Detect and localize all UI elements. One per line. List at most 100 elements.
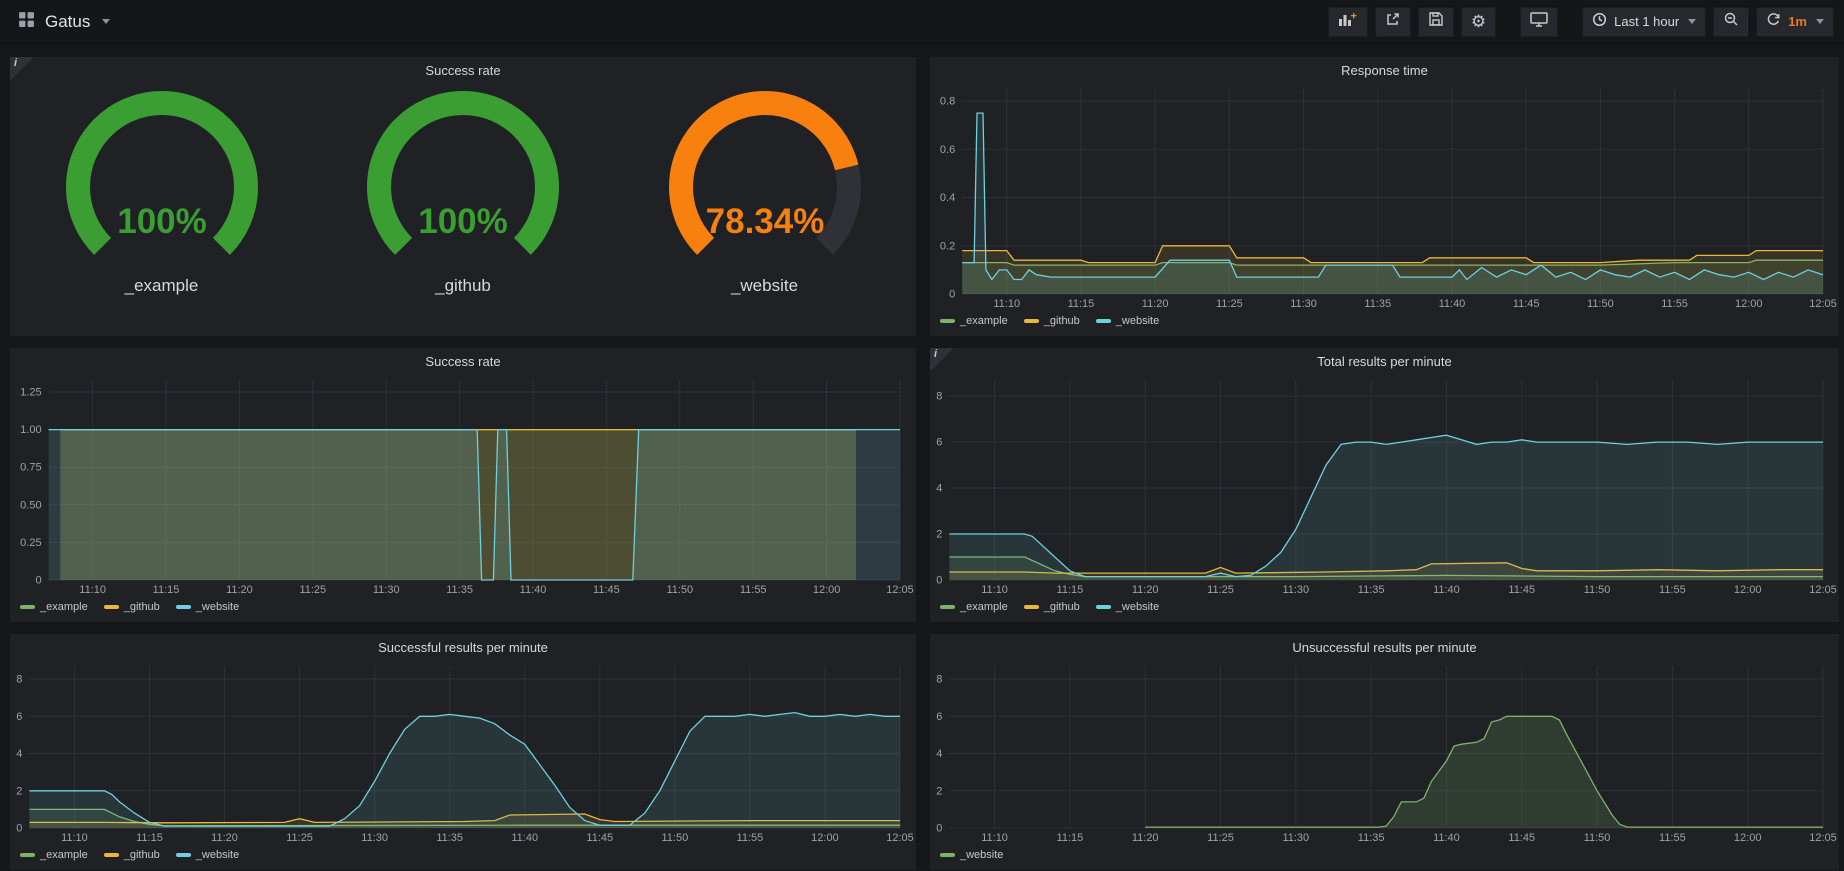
chart-svg: 00.20.40.60.811:1011:1511:2011:2511:3011…: [930, 81, 1839, 312]
save-icon: [1428, 11, 1444, 32]
x-tick-label: 11:50: [1587, 298, 1614, 310]
y-tick-label: 0.75: [20, 462, 41, 474]
x-tick-label: 11:55: [737, 832, 764, 844]
x-tick-label: 11:35: [436, 832, 463, 844]
legend-item-_website[interactable]: _website: [176, 601, 239, 613]
x-tick-label: 11:30: [1282, 832, 1309, 844]
legend-item-_website[interactable]: _website: [1096, 315, 1159, 327]
settings-button[interactable]: ⚙: [1461, 7, 1496, 37]
y-tick-label: 4: [936, 483, 942, 495]
x-tick-label: 11:35: [446, 584, 473, 596]
y-tick-label: 0: [35, 575, 41, 587]
legend-swatch: [20, 605, 35, 609]
series-area-_website: [29, 713, 900, 828]
x-tick-label: 11:45: [586, 832, 613, 844]
panel-info-corner[interactable]: i: [10, 57, 34, 81]
legend-label: _website: [1116, 601, 1159, 613]
gauge-value-text: 100%: [418, 202, 508, 241]
panel-title[interactable]: Total results per minute: [930, 352, 1839, 372]
zoom-out-button[interactable]: [1713, 7, 1749, 37]
legend-item-_github[interactable]: _github: [1024, 315, 1080, 327]
x-tick-label: 11:10: [79, 584, 106, 596]
panel-title[interactable]: Success rate: [10, 61, 916, 81]
y-tick-label: 6: [936, 437, 942, 449]
legend-item-_github[interactable]: _github: [1024, 601, 1080, 613]
x-tick-label: 11:40: [1439, 298, 1466, 310]
legend-label: _example: [40, 849, 88, 861]
legend-item-_website[interactable]: _website: [940, 849, 1003, 861]
unsuccessful-results-chart: 0246811:1011:1511:2011:2511:3011:3511:40…: [930, 658, 1839, 846]
x-tick-label: 11:15: [153, 584, 180, 596]
save-button[interactable]: [1418, 7, 1454, 37]
gauge-svg: 78.34%: [615, 91, 915, 276]
info-icon: i: [14, 57, 17, 69]
gear-icon: ⚙: [1471, 13, 1486, 30]
legend-swatch: [940, 853, 955, 857]
legend-item-_example[interactable]: _example: [20, 601, 88, 613]
refresh-picker[interactable]: 1m: [1756, 7, 1834, 37]
y-tick-label: 4: [16, 748, 22, 760]
panel-title[interactable]: Successful results per minute: [10, 638, 916, 658]
chart-svg: 0246811:1011:1511:2011:2511:3011:3511:40…: [10, 658, 916, 846]
add-panel-button[interactable]: +: [1328, 7, 1368, 37]
panel-success-rate-gauges: i Success rate 100%_example100%_github78…: [9, 56, 917, 337]
legend-item-_website[interactable]: _website: [1096, 601, 1159, 613]
x-tick-label: 11:55: [740, 584, 767, 596]
legend-item-_website[interactable]: _website: [176, 849, 239, 861]
legend-item-_example[interactable]: _example: [20, 849, 88, 861]
x-tick-label: 12:05: [1809, 832, 1837, 844]
legend-item-_github[interactable]: _github: [104, 601, 160, 613]
successful-results-chart: 0246811:1011:1511:2011:2511:3011:3511:40…: [10, 658, 916, 846]
gauge-_website: 78.34%_website: [615, 91, 915, 296]
x-tick-label: 11:10: [993, 298, 1020, 310]
dashboard-grid-icon[interactable]: [18, 11, 35, 33]
legend-item-_example[interactable]: _example: [940, 315, 1008, 327]
share-button[interactable]: [1375, 7, 1411, 37]
y-tick-label: 8: [936, 391, 942, 403]
y-tick-label: 0.8: [940, 96, 955, 108]
svg-text:+: +: [1350, 11, 1356, 23]
x-tick-label: 11:40: [1433, 832, 1460, 844]
legend-swatch: [1024, 319, 1039, 323]
x-tick-label: 11:40: [1433, 584, 1460, 596]
gauge-row: 100%_example100%_github78.34%_website: [10, 81, 916, 336]
gauge-_github: 100%_github: [313, 91, 613, 296]
x-tick-label: 11:50: [666, 584, 693, 596]
x-tick-label: 11:20: [211, 832, 238, 844]
navbar-actions: + ⚙ Last 1 hour: [1328, 7, 1834, 37]
x-tick-label: 11:25: [286, 832, 313, 844]
x-tick-label: 12:00: [813, 584, 841, 596]
x-tick-label: 11:45: [1508, 832, 1535, 844]
series-area-_website: [1145, 716, 1823, 828]
zoom-out-icon: [1723, 11, 1739, 32]
dashboard-title-caret-icon[interactable]: [102, 19, 110, 24]
y-tick-label: 2: [936, 785, 942, 797]
legend-label: _website: [196, 601, 239, 613]
x-tick-label: 11:45: [1513, 298, 1540, 310]
panel-title[interactable]: Unsuccessful results per minute: [930, 638, 1839, 658]
navbar-left: Gatus: [10, 11, 110, 33]
series-line-_website: [962, 113, 1823, 279]
tv-mode-button[interactable]: [1520, 7, 1558, 37]
legend-label: _website: [960, 849, 1003, 861]
x-tick-label: 12:05: [1809, 584, 1837, 596]
chart-legend: _example _github _website: [10, 846, 916, 870]
x-tick-label: 11:15: [1057, 584, 1084, 596]
panel-title[interactable]: Success rate: [10, 352, 916, 372]
time-range-picker[interactable]: Last 1 hour: [1582, 7, 1706, 37]
x-tick-label: 12:00: [811, 832, 839, 844]
x-tick-label: 11:35: [1358, 832, 1385, 844]
x-tick-label: 11:35: [1364, 298, 1391, 310]
panel-unsuccessful-results: Unsuccessful results per minute 0246811:…: [929, 633, 1840, 871]
legend-item-_example[interactable]: _example: [940, 601, 1008, 613]
dashboard-title[interactable]: Gatus: [45, 12, 90, 32]
legend-swatch: [1096, 605, 1111, 609]
chart-legend: _example _github _website: [10, 598, 916, 622]
legend-item-_github[interactable]: _github: [104, 849, 160, 861]
gauge-label: _website: [731, 276, 798, 296]
legend-swatch: [104, 605, 119, 609]
panel-info-corner[interactable]: i: [930, 348, 954, 372]
panel-response-time: Response time 00.20.40.60.811:1011:1511:…: [929, 56, 1840, 337]
panel-title[interactable]: Response time: [930, 61, 1839, 81]
gauge-svg: 100%: [313, 91, 613, 276]
